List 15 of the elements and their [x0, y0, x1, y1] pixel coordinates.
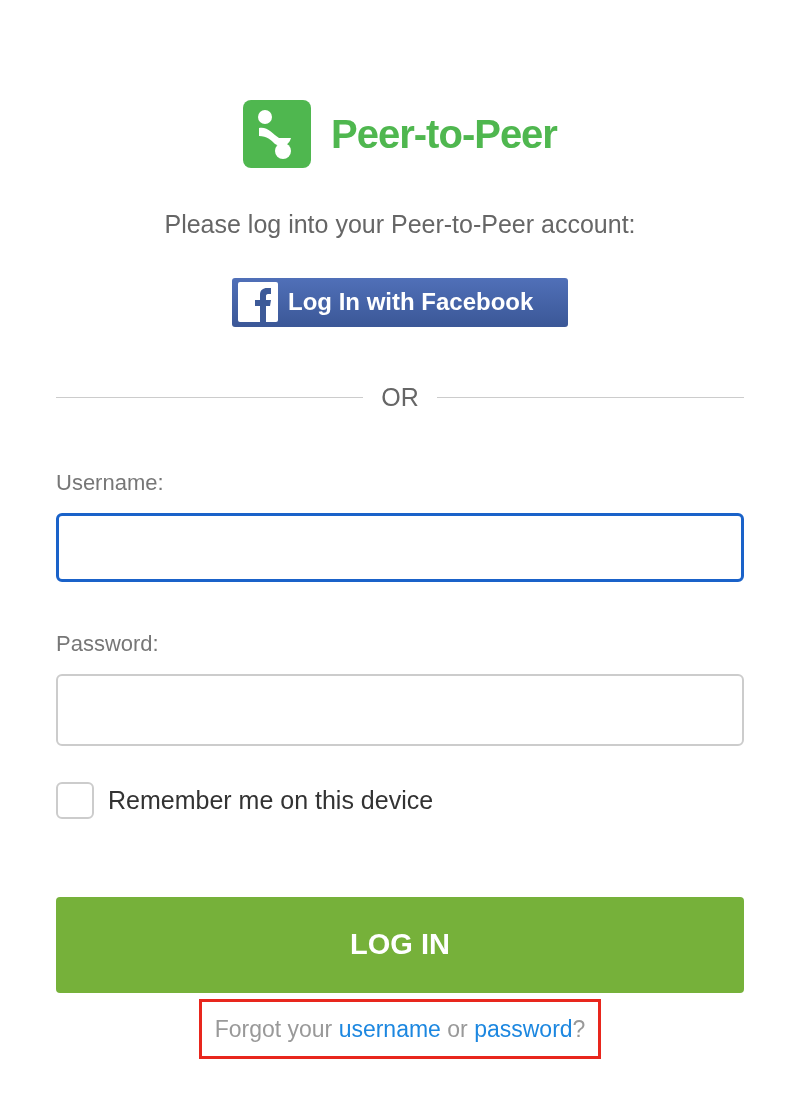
facebook-icon	[238, 282, 278, 322]
subtitle: Please log into your Peer-to-Peer account:	[163, 209, 637, 240]
login-button[interactable]: LOG IN	[56, 896, 744, 993]
forgot-credentials-text: Forgot your username or password?	[214, 1014, 586, 1044]
checkbox-label: Remember me on this device	[108, 785, 434, 816]
link[interactable]: username	[338, 1015, 441, 1042]
input-field[interactable]	[56, 513, 744, 582]
field-label: Password:	[56, 630, 160, 658]
logo-icon	[243, 100, 312, 168]
checkbox[interactable]	[56, 782, 94, 820]
logo-text: Peer-to-Peer	[331, 111, 557, 158]
link[interactable]: password	[474, 1015, 573, 1042]
field-label: Username:	[56, 469, 165, 497]
facebook-login-button[interactable]: Log In with Facebook	[232, 277, 568, 327]
divider-label: OR	[381, 381, 419, 413]
